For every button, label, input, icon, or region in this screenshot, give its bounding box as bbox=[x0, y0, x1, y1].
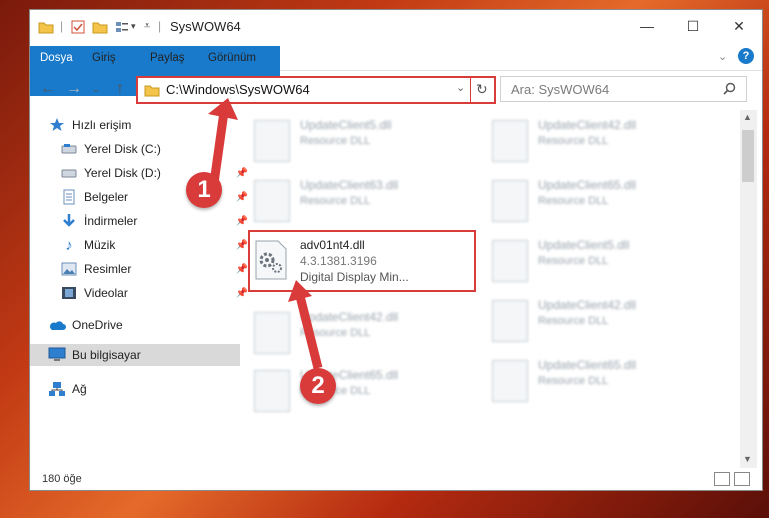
step-1-badge: 1 bbox=[186, 172, 222, 208]
annotation-arrows bbox=[208, 98, 323, 370]
step-2-badge: 2 bbox=[300, 368, 336, 404]
